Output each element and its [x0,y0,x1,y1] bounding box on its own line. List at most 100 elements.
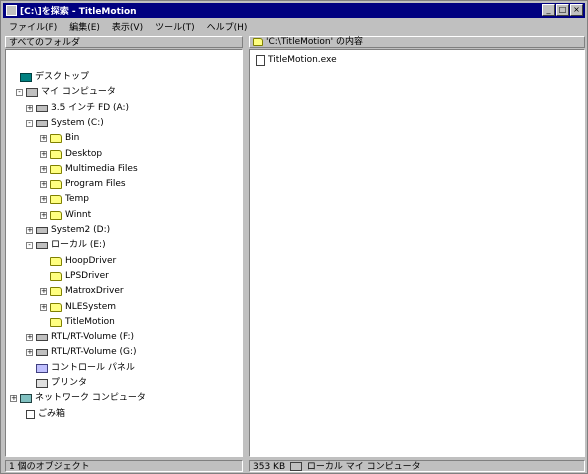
menu-edit[interactable]: 編集(E) [63,20,106,33]
tree-item[interactable]: + NLESystem [40,302,116,313]
tree-item[interactable]: + Desktop [40,149,102,160]
tree-item[interactable]: HoopDriver [40,256,116,267]
document-icon [256,54,265,66]
folder-icon [50,287,62,297]
drive-icon [36,104,48,112]
contents-header: 'C:\TitleMotion' の内容 [249,36,585,48]
tree-item[interactable]: +3.5 インチ FD (A:) [26,103,129,114]
computer-icon [290,462,302,471]
title-bar[interactable]: [C:\]を探索 - TitleMotion _ □ × [3,3,585,18]
tree-item[interactable]: + Temp [40,194,89,205]
file-name: TitleMotion.exe [268,55,337,65]
status-details: 353 KB ローカル マイ コンピュータ [249,460,585,472]
menu-help[interactable]: ヘルプ(H) [201,20,254,33]
tree-item[interactable]: TitleMotion [40,317,115,328]
tree-item-label: ごみ箱 [38,408,66,419]
menu-tools[interactable]: ツール(T) [149,20,201,33]
tree-item-label: マイ コンピュータ [41,87,116,98]
folder-icon [50,195,62,205]
expand-icon[interactable]: + [26,104,33,112]
tree-item-label: ネットワーク コンピュータ [35,393,146,404]
status-location: ローカル マイ コンピュータ [306,462,421,472]
computer-icon [26,88,38,98]
tree-item[interactable]: プリンタ [26,378,87,389]
expand-icon[interactable]: + [40,303,47,311]
menu-bar: ファイル(F) 編集(E) 表示(V) ツール(T) ヘルプ(H) [3,19,585,34]
expand-icon[interactable]: + [40,165,47,173]
expand-icon[interactable]: + [40,211,47,219]
tree-item-label: TitleMotion [65,316,115,327]
maximize-button[interactable]: □ [556,4,569,16]
menu-view[interactable]: 表示(V) [106,20,149,33]
tree-item-label: コントロール パネル [51,362,135,373]
tree-item[interactable]: コントロール パネル [26,363,135,374]
desktop-icon [20,73,32,82]
expand-icon[interactable]: + [40,150,47,158]
expand-icon[interactable]: + [10,395,17,403]
tree-item-label: 3.5 インチ FD (A:) [51,102,130,113]
folder-icon [50,302,62,312]
tree-item-label: RTL/RT-Volume (G:) [51,347,137,358]
tree-item[interactable]: + Program Files [40,179,126,190]
folder-icon [50,317,62,327]
tree-item[interactable]: - マイ コンピュータ [16,87,116,98]
folder-icon [50,149,62,159]
expand-icon[interactable]: + [40,181,47,189]
control-panel-icon [36,363,48,373]
contents-header-label: 'C:\TitleMotion' の内容 [266,37,363,47]
tree-item[interactable]: - ローカル (E:) [26,240,106,251]
tree-item[interactable]: + Bin [40,133,79,144]
tree-item[interactable]: ごみ箱 [16,409,65,420]
tree-item-label: プリンタ [51,378,88,388]
tree-item-label: System (C:) [51,117,104,128]
file-list[interactable]: TitleMotion.exe [249,49,585,457]
tree-item[interactable]: + System2 (D:) [26,225,110,236]
collapse-icon[interactable]: - [26,242,33,250]
minimize-button[interactable]: _ [542,4,555,16]
expand-icon[interactable]: + [40,196,47,204]
expand-icon[interactable]: + [26,334,33,342]
tree-item[interactable]: + Multimedia Files [40,164,138,175]
folder-tree[interactable]: デスクトップ - マイ コンピュータ +3.5 インチ FD (A:) - System … [5,49,243,457]
tree-item[interactable]: + ネットワーク コンピュータ [10,393,146,404]
window-title: [C:\]を探索 - TitleMotion [20,7,137,17]
tree-item-label: MatroxDriver [65,286,124,297]
tree-item[interactable]: + MatroxDriver [40,286,124,297]
tree-item-label: Multimedia Files [65,163,138,174]
tree-item[interactable]: + Winnt [40,210,91,221]
drive-icon [36,334,48,342]
tree-item-label: NLESystem [65,301,116,312]
tree-item-label: Temp [65,194,89,205]
tree-item[interactable]: + RTL/RT-Volume (F:) [26,332,134,343]
expand-icon[interactable]: + [40,135,47,143]
expand-icon[interactable]: + [40,288,47,296]
expand-icon[interactable]: + [26,227,33,234]
printer-icon [36,379,48,388]
folder-icon [50,134,62,144]
tree-item[interactable]: デスクトップ [10,72,89,83]
explorer-window: [C:\]を探索 - TitleMotion _ □ × ファイル(F) 編集(… [0,0,588,474]
folder-icon [50,210,62,220]
folder-icon [50,164,62,174]
drive-icon [36,242,48,250]
file-item[interactable]: TitleMotion.exe [256,54,337,66]
close-button[interactable]: × [570,4,583,16]
tree-item-label: RTL/RT-Volume (F:) [51,332,134,343]
tree-item-label: Program Files [65,179,126,190]
folder-icon [50,271,62,281]
explorer-icon [6,5,17,16]
collapse-icon[interactable]: - [26,119,33,127]
drive-icon [36,349,48,357]
tree-item-label: LPSDriver [65,270,109,281]
folder-icon [50,256,62,266]
tree-item[interactable]: + RTL/RT-Volume (G:) [26,347,137,358]
tree-item-label: System2 (D:) [51,225,111,235]
status-size: 353 KB [253,462,286,472]
tree-item[interactable]: LPSDriver [40,271,109,282]
collapse-icon[interactable]: - [16,89,23,97]
tree-item-label: ローカル (E:) [51,240,106,251]
expand-icon[interactable]: + [26,349,33,357]
tree-item-label: HoopDriver [65,255,117,266]
menu-file[interactable]: ファイル(F) [3,20,63,33]
tree-item[interactable]: - System (C:) [26,118,104,129]
